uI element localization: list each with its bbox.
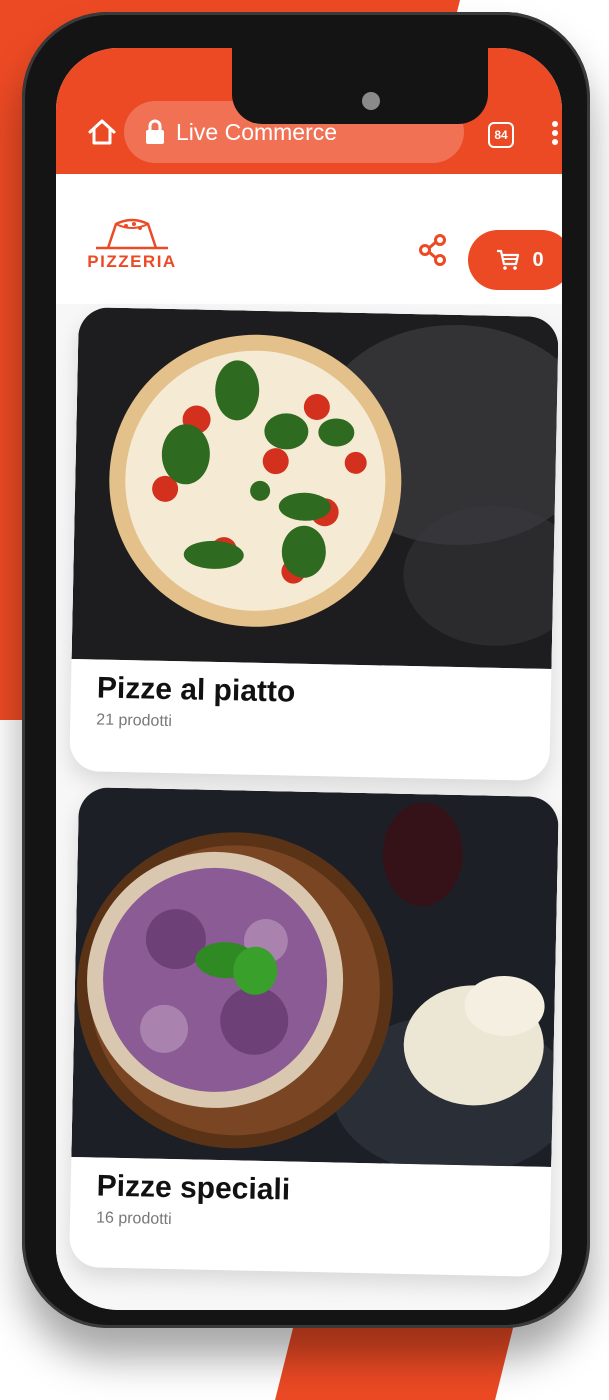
- category-title: Pizze al piatto: [96, 671, 296, 709]
- lock-icon: [146, 119, 164, 144]
- more-vert-icon[interactable]: [550, 118, 560, 152]
- home-button[interactable]: [86, 116, 118, 148]
- share-icon: [419, 234, 446, 266]
- pizzeria-logo[interactable]: PIZZERIA: [86, 214, 178, 274]
- menu-dot: [552, 139, 558, 145]
- pizza-margherita-image: [71, 307, 559, 669]
- menu-dot: [552, 130, 558, 136]
- site-header: PIZZERIA 0: [56, 174, 562, 304]
- category-product-count: 16 prodotti: [95, 1209, 172, 1229]
- category-card[interactable]: Pizze al piatto 21 prodotti: [69, 307, 559, 781]
- category-card[interactable]: Pizze speciali 16 prodotti: [69, 787, 559, 1277]
- category-list: Pizze al piatto 21 prodotti Pizze specia…: [56, 304, 562, 1310]
- phone-notch: [232, 48, 488, 124]
- pizza-speciale-image: [71, 787, 559, 1167]
- phone-screen: Live Commerce 84 PIZZERIA 0 Pizze al pia…: [56, 48, 562, 1310]
- camera-dot: [362, 92, 380, 110]
- phone-frame: Live Commerce 84 PIZZERIA 0 Pizze al pia…: [22, 12, 590, 1328]
- category-product-count: 21 prodotti: [96, 711, 173, 731]
- cart-count: 0: [532, 248, 544, 271]
- logo-text: PIZZERIA: [87, 252, 177, 271]
- category-title: Pizze speciali: [96, 1169, 291, 1207]
- cart-icon: [497, 249, 520, 270]
- home-icon: [88, 119, 116, 145]
- pizza-slice-logo-icon: [96, 218, 168, 250]
- tab-count: 84: [494, 128, 508, 142]
- cart-button[interactable]: 0: [468, 230, 562, 290]
- tabs-button[interactable]: 84: [488, 122, 514, 148]
- share-button[interactable]: [418, 234, 448, 266]
- menu-dot: [552, 121, 558, 127]
